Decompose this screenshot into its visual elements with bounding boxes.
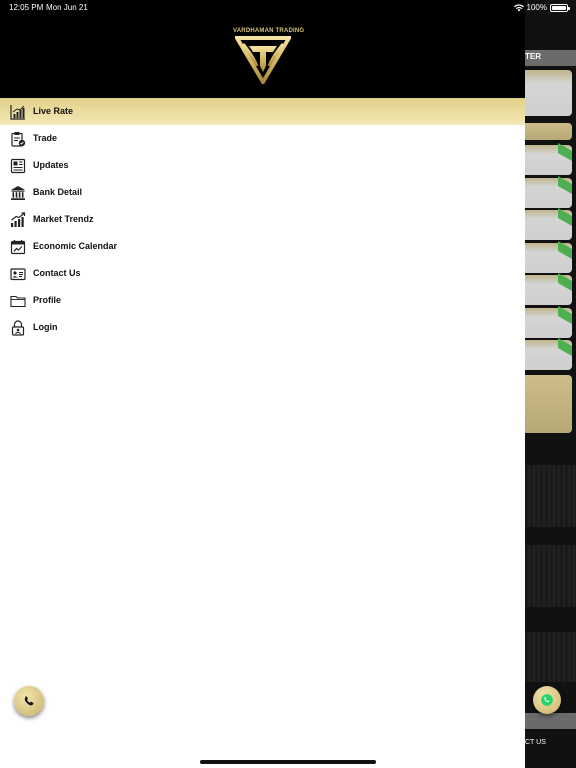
phone-icon bbox=[24, 696, 34, 706]
brand-logo-icon bbox=[235, 36, 291, 84]
lock-user-icon bbox=[11, 320, 25, 336]
menu-item-label: Contact Us bbox=[33, 268, 81, 278]
menu-item-label: Economic Calendar bbox=[33, 241, 118, 251]
background-card bbox=[525, 142, 572, 175]
brand-logo: VARDHAMAN TRADING bbox=[233, 28, 305, 84]
background-footer bbox=[525, 713, 576, 729]
wifi-icon bbox=[513, 3, 524, 11]
menu-item-bank-detail[interactable]: Bank Detail bbox=[0, 179, 525, 206]
background-header-strip: TER bbox=[525, 50, 576, 66]
trend-up-icon bbox=[11, 212, 26, 227]
background-card bbox=[525, 272, 572, 305]
background-card bbox=[525, 240, 572, 273]
background-card bbox=[525, 305, 572, 338]
calendar-icon bbox=[10, 240, 26, 255]
battery-icon bbox=[550, 3, 570, 12]
folder-icon bbox=[10, 295, 26, 308]
menu-item-live-rate[interactable]: Live Rate bbox=[0, 98, 525, 125]
menu-item-label: Trade bbox=[33, 133, 58, 143]
menu-item-economic-calendar[interactable]: Economic Calendar bbox=[0, 233, 525, 260]
menu-item-login[interactable]: Login bbox=[0, 314, 525, 341]
menu-item-profile[interactable]: Profile bbox=[0, 287, 525, 314]
menu-item-market-trendz[interactable]: Market Trendz bbox=[0, 206, 525, 233]
menu-item-label: Login bbox=[33, 322, 58, 332]
menu-item-contact-us[interactable]: Contact Us bbox=[0, 260, 525, 287]
background-card bbox=[525, 175, 572, 208]
background-card bbox=[525, 375, 572, 433]
call-button[interactable] bbox=[14, 686, 44, 716]
battery-fill bbox=[552, 5, 566, 10]
background-footer-text: CT US bbox=[525, 739, 546, 746]
menu-item-label: Updates bbox=[33, 160, 69, 170]
menu-item-label: Profile bbox=[33, 295, 62, 305]
background-card bbox=[525, 337, 572, 370]
background-card bbox=[525, 123, 572, 140]
background-card bbox=[525, 207, 572, 240]
menu-item-label: Live Rate bbox=[33, 106, 74, 116]
navigation-drawer: VARDHAMAN TRADING Live Rate Trade Update… bbox=[0, 0, 525, 768]
background-row bbox=[525, 632, 576, 682]
menu-item-label: Market Trendz bbox=[33, 214, 94, 224]
home-indicator bbox=[200, 760, 376, 764]
brand-name: VARDHAMAN TRADING bbox=[233, 28, 305, 34]
drawer-menu: Live Rate Trade Updates Bank Detail Mark… bbox=[0, 98, 525, 341]
contact-card-icon bbox=[10, 268, 26, 281]
status-time: 12:05 PM bbox=[9, 3, 44, 12]
background-row bbox=[525, 545, 576, 607]
status-bar: 12:05 PM Mon Jun 21 100% bbox=[0, 0, 576, 14]
status-right: 100% bbox=[513, 3, 570, 12]
menu-item-label: Bank Detail bbox=[33, 187, 83, 197]
clipboard-icon bbox=[11, 132, 26, 147]
chart-bars-icon bbox=[10, 105, 25, 120]
background-row bbox=[525, 465, 576, 527]
whatsapp-button[interactable] bbox=[533, 686, 561, 714]
menu-item-trade[interactable]: Trade bbox=[0, 125, 525, 152]
bank-icon bbox=[11, 186, 25, 200]
background-header-text: TER bbox=[525, 52, 541, 61]
whatsapp-icon bbox=[541, 694, 553, 706]
background-card bbox=[525, 70, 572, 116]
drawer-header: VARDHAMAN TRADING bbox=[0, 0, 525, 98]
battery-percent: 100% bbox=[526, 3, 547, 12]
menu-item-updates[interactable]: Updates bbox=[0, 152, 525, 179]
status-date: Mon Jun 21 bbox=[46, 3, 88, 12]
newspaper-icon bbox=[10, 158, 26, 174]
